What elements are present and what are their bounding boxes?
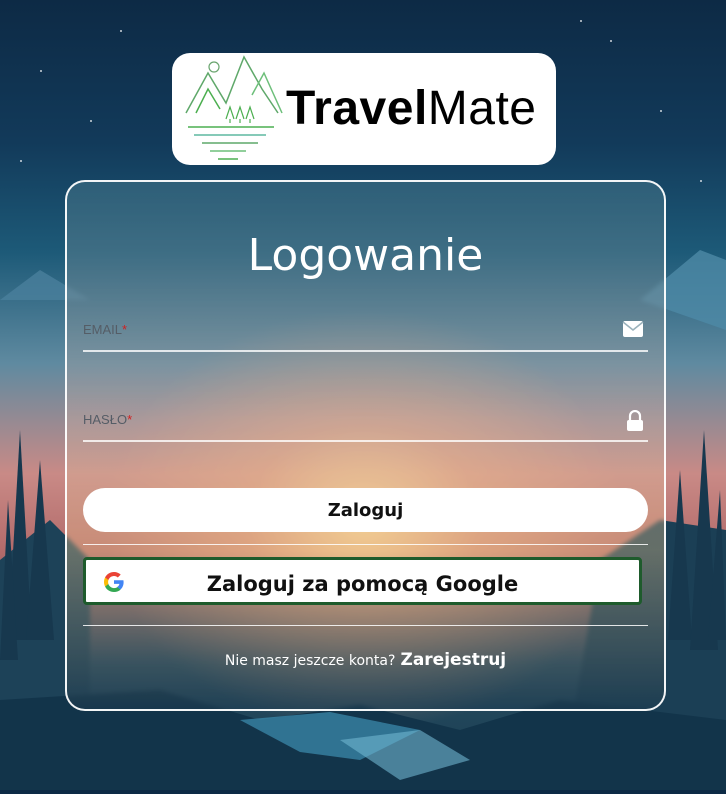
- signup-prompt: Nie masz jeszcze konta? Zarejestruj: [67, 650, 664, 670]
- email-label: EMAIL*: [83, 322, 128, 337]
- lock-icon: [627, 410, 643, 431]
- logo: TravelMate: [172, 53, 556, 165]
- envelope-icon: [622, 321, 644, 337]
- divider: [83, 625, 648, 626]
- google-login-button[interactable]: Zaloguj za pomocą Google: [83, 557, 642, 605]
- divider: [83, 544, 648, 545]
- password-field[interactable]: HASŁO*: [83, 404, 648, 442]
- no-account-text: Nie masz jeszcze konta?: [224, 653, 396, 669]
- password-input[interactable]: [173, 408, 607, 436]
- required-mark: *: [127, 412, 133, 427]
- register-link[interactable]: Zarejestruj: [401, 650, 507, 670]
- brand-name-bold: Travel: [286, 82, 428, 135]
- password-label: HASŁO*: [83, 412, 133, 427]
- email-field[interactable]: EMAIL*: [83, 314, 648, 352]
- brand-name-thin: Mate: [427, 82, 537, 135]
- login-button[interactable]: Zaloguj: [83, 488, 648, 532]
- google-button-label: Zaloguj za pomocą Google: [206, 572, 519, 596]
- login-card: Logowanie EMAIL* HASŁO* Zaloguj Zaloguj …: [65, 180, 666, 711]
- required-mark: *: [122, 322, 128, 337]
- mountain-logo-icon: [185, 55, 283, 160]
- page-title: Logowanie: [247, 230, 484, 281]
- brand-name: TravelMate: [286, 81, 537, 137]
- email-input[interactable]: [173, 318, 607, 346]
